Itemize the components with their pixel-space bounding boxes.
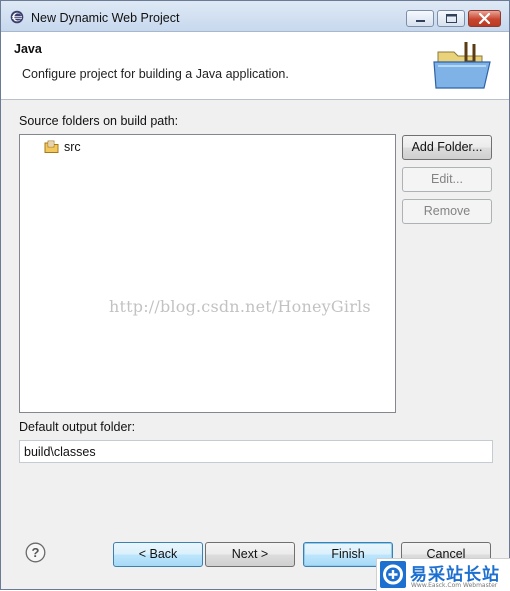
close-button[interactable]	[468, 10, 501, 27]
source-folders-list[interactable]: src	[19, 134, 396, 413]
output-folder-field[interactable]	[19, 440, 493, 463]
source-folder-label: src	[64, 140, 81, 154]
minimize-button[interactable]	[406, 10, 434, 27]
watermark: http://blog.csdn.net/HoneyGirls	[109, 297, 371, 316]
window-title: New Dynamic Web Project	[31, 11, 180, 25]
java-project-folder-icon	[433, 42, 491, 89]
add-folder-button[interactable]: Add Folder...	[402, 135, 492, 160]
back-button[interactable]: < Back	[113, 542, 203, 567]
maximize-button[interactable]	[437, 10, 465, 27]
title-bar[interactable]: New Dynamic Web Project	[1, 1, 509, 32]
page-description: Configure project for building a Java ap…	[22, 67, 289, 81]
next-button[interactable]: Next >	[205, 542, 295, 567]
maximize-icon	[446, 14, 457, 23]
corner-site-logo: 易采站长站 Www.Easck.Com Webmaster	[376, 558, 510, 591]
remove-button[interactable]: Remove	[402, 199, 492, 224]
close-icon	[478, 12, 491, 25]
source-folder-icon	[44, 140, 59, 153]
svg-text:?: ?	[32, 545, 40, 560]
page-title: Java	[14, 42, 42, 56]
minimize-icon	[416, 20, 425, 22]
site-logo-subtext: Www.Easck.Com Webmaster	[411, 582, 498, 589]
dialog-window: New Dynamic Web Project Java Configure p…	[0, 0, 510, 591]
output-folder-label: Default output folder:	[19, 420, 136, 434]
eclipse-app-icon	[10, 10, 24, 24]
edit-button[interactable]: Edit...	[402, 167, 492, 192]
source-folders-label: Source folders on build path:	[19, 114, 179, 128]
wizard-banner: Java Configure project for building a Ja…	[1, 32, 509, 100]
help-icon[interactable]: ?	[25, 542, 46, 563]
site-logo-mark-icon	[380, 561, 406, 588]
